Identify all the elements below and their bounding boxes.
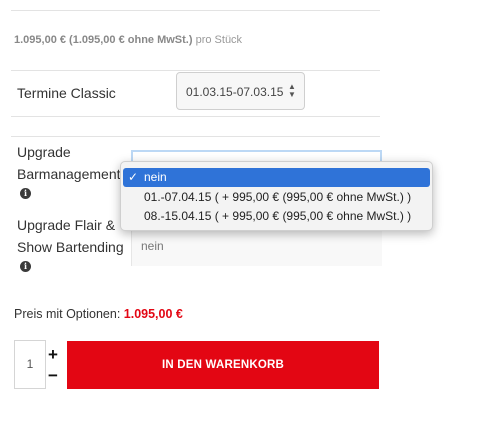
divider <box>11 70 380 71</box>
barmanagement-label-line1: Upgrade <box>17 144 71 160</box>
termine-label: Termine Classic <box>17 85 116 101</box>
add-to-cart-button[interactable]: IN DEN WARENKORB <box>67 341 379 389</box>
termine-select[interactable]: 01.03.15-07.03.15 ▲ ▼ <box>176 72 305 110</box>
decrease-quantity-button[interactable]: − <box>48 367 58 384</box>
flair-label-line2: Show Bartending <box>17 239 124 255</box>
dropdown-option-label: nein <box>144 170 167 184</box>
unit-price: 1.095,00 € (1.095,00 € ohne MwSt.) pro S… <box>14 34 242 46</box>
dropdown-option-01-07[interactable]: 01.-07.04.15 ( + 995,00 € (995,00 € ohne… <box>123 188 430 207</box>
barmanagement-label-line2: Barmanagement <box>17 166 121 182</box>
dropdown-option-label: 01.-07.04.15 ( + 995,00 € (995,00 € ohne… <box>144 190 412 204</box>
increase-quantity-button[interactable]: + <box>48 346 58 363</box>
flair-selected-value: nein <box>141 239 164 253</box>
quantity-input[interactable]: 1 <box>14 340 46 389</box>
flair-label-line1: Upgrade Flair & <box>17 217 116 233</box>
price-with-options-label: Preis mit Optionen: <box>14 307 121 321</box>
price-with-options: Preis mit Optionen: 1.095,00 € <box>14 307 183 321</box>
divider <box>11 136 380 137</box>
termine-selected-value: 01.03.15-07.03.15 <box>186 85 284 99</box>
barmanagement-dropdown-menu: ✓ nein 01.-07.04.15 ( + 995,00 € (995,00… <box>120 161 433 231</box>
info-icon[interactable]: i <box>20 261 31 272</box>
dropdown-option-label: 08.-15.04.15 ( + 995,00 € (995,00 € ohne… <box>144 209 412 223</box>
unit-price-amount: 1.095,00 € (1.095,00 € ohne MwSt.) <box>14 34 193 46</box>
divider <box>11 116 380 117</box>
flair-select[interactable]: nein <box>131 228 382 266</box>
info-icon[interactable]: i <box>20 188 31 199</box>
checkmark-icon: ✓ <box>128 170 139 184</box>
dropdown-option-nein[interactable]: ✓ nein <box>123 168 430 187</box>
up-down-arrows-icon: ▲ ▼ <box>288 82 296 99</box>
unit-price-suffix: pro Stück <box>195 34 243 46</box>
divider <box>11 10 380 11</box>
dropdown-option-08-15[interactable]: 08.-15.04.15 ( + 995,00 € (995,00 € ohne… <box>123 207 430 226</box>
price-with-options-amount: 1.095,00 € <box>123 307 183 321</box>
